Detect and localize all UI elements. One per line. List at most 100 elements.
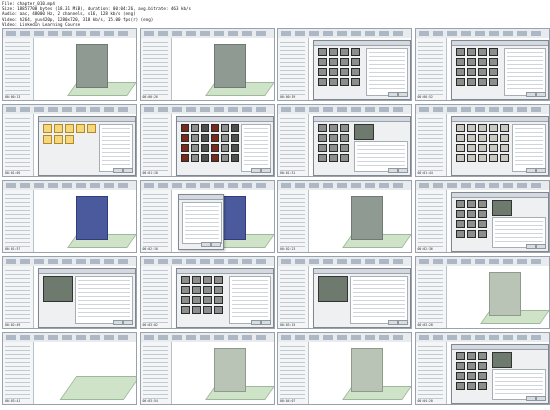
material-swatch: [477, 68, 487, 76]
view-canvas: [34, 114, 136, 176]
ribbon-button: [295, 259, 305, 264]
panel-row: [184, 222, 219, 223]
ribbon-button: [516, 31, 527, 36]
material-browser-dialog: [313, 116, 411, 176]
video-thumbnail: 00:00:39: [277, 28, 412, 101]
ribbon-button: [337, 183, 347, 188]
ribbon-button: [365, 183, 375, 188]
ribbon-button: [227, 259, 238, 264]
panel-row: [369, 68, 405, 69]
material-swatch: [329, 78, 338, 86]
panel-row: [231, 308, 268, 309]
sidebar-row: [417, 142, 443, 143]
sidebar-row: [5, 386, 30, 387]
sidebar-row: [280, 354, 305, 355]
material-swatch: [200, 134, 209, 142]
sidebar-row: [280, 166, 305, 167]
sidebar-row: [142, 302, 168, 303]
ribbon-button: [76, 335, 86, 340]
material-swatch: [318, 154, 327, 162]
sidebar-row: [5, 158, 30, 159]
ribbon-button: [241, 183, 252, 188]
sidebar-row: [142, 210, 168, 211]
sidebar-row: [5, 234, 30, 235]
sidebar-row: [280, 50, 305, 51]
sidebar-row: [142, 122, 168, 123]
material-swatch: [351, 58, 360, 66]
video-thumbnail: 00:00:13: [2, 28, 137, 101]
dialog-title-bar: [178, 195, 223, 200]
ribbon-button: [76, 183, 86, 188]
sidebar-row: [142, 158, 168, 159]
ribbon-button: [104, 31, 114, 36]
panel-row: [369, 52, 405, 53]
tile-grid: [318, 48, 360, 86]
view-canvas: [309, 114, 411, 176]
material-swatch: [488, 68, 498, 76]
sidebar-row: [417, 218, 443, 219]
sidebar-row: [280, 42, 305, 43]
ribbon-button: [379, 183, 389, 188]
sidebar-row: [5, 298, 30, 299]
sidebar-row: [5, 378, 30, 379]
panel-row: [514, 136, 543, 137]
wall-element: [213, 348, 246, 392]
material-swatch: [466, 124, 476, 132]
sidebar-row: [280, 278, 305, 279]
material-swatch: [477, 362, 487, 370]
material-swatch: [477, 372, 487, 380]
sidebar-row: [5, 226, 30, 227]
sidebar-row: [142, 230, 168, 231]
material-swatch: [191, 306, 201, 314]
panel-row: [78, 308, 130, 309]
material-swatch: [318, 134, 327, 142]
dialog-title-bar: [39, 269, 135, 274]
sidebar-row: [142, 78, 168, 79]
material-swatch: [455, 48, 465, 56]
panel-row: [514, 148, 543, 149]
sidebar-row: [142, 350, 168, 351]
sidebar-row: [417, 42, 443, 43]
material-swatch: [466, 58, 476, 66]
sidebar-row: [280, 54, 305, 55]
sidebar-row: [142, 146, 168, 147]
material-swatch: [477, 58, 487, 66]
video-thumbnail: 00:03:54: [139, 332, 275, 405]
thumbnail-timestamp: 00:02:10: [142, 247, 158, 251]
sidebar-row: [5, 346, 30, 347]
thumbnail-timestamp: 00:02:49: [5, 323, 21, 327]
ribbon-button: [199, 31, 210, 36]
video-thumbnail: 00:04:20: [414, 332, 550, 405]
sidebar-row: [5, 290, 30, 291]
properties-sidebar: [3, 190, 34, 252]
material-browser-dialog: [450, 344, 549, 404]
material-swatch: [220, 134, 229, 142]
sidebar-row: [280, 298, 305, 299]
sidebar-row: [417, 130, 443, 131]
sidebar-row: [5, 126, 30, 127]
sidebar-row: [5, 294, 30, 295]
sidebar-row: [5, 382, 30, 383]
video-thumbnail: 00:03:15: [277, 256, 412, 329]
panel-row: [102, 160, 130, 161]
panel-row: [494, 381, 543, 382]
ribbon-button: [502, 31, 513, 36]
properties-panel: [99, 124, 133, 172]
wall-element: [76, 196, 108, 240]
tile-grid: [180, 124, 239, 162]
material-swatch: [202, 286, 212, 294]
panel-row: [353, 304, 405, 305]
sidebar-row: [5, 370, 30, 371]
ribbon-button: [393, 259, 403, 264]
sidebar-row: [280, 310, 305, 311]
sidebar-row: [142, 42, 168, 43]
material-swatch: [190, 124, 199, 132]
ribbon-button: [227, 335, 238, 340]
material-swatch: [329, 58, 338, 66]
panel-row: [506, 64, 543, 65]
material-swatch: [455, 200, 465, 208]
ribbon-button: [393, 335, 403, 340]
ribbon-button: [34, 31, 44, 36]
ribbon-button: [516, 335, 527, 340]
sidebar-row: [280, 222, 305, 223]
